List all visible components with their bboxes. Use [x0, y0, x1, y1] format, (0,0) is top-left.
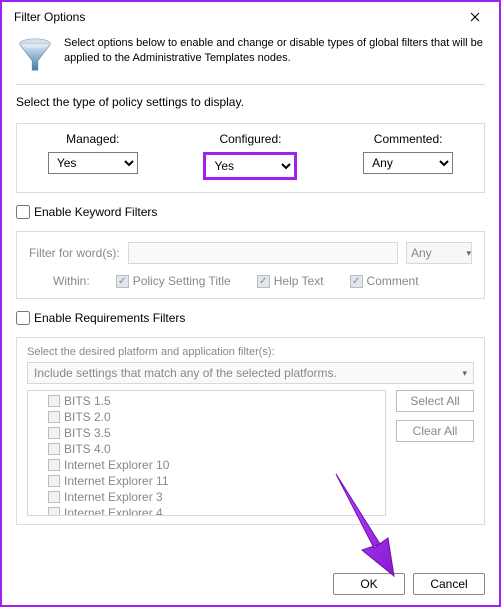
clear-all-button: Clear All [396, 420, 474, 442]
policy-type-box: Managed: Yes Configured: Yes Commented: [16, 123, 485, 193]
footer: OK Cancel [333, 573, 485, 595]
header-description: Select options below to enable and chang… [64, 36, 485, 66]
list-item: BITS 1.5 [28, 393, 385, 409]
ok-button[interactable]: OK [333, 573, 405, 595]
commented-select[interactable]: Any [363, 152, 453, 174]
list-item: Internet Explorer 3 [28, 489, 385, 505]
list-item: Internet Explorer 10 [28, 457, 385, 473]
funnel-icon [16, 36, 54, 74]
divider [16, 84, 485, 85]
requirements-box: Select the desired platform and applicat… [16, 337, 485, 525]
enable-requirements-row[interactable]: Enable Requirements Filters [16, 311, 485, 325]
configured-highlight: Yes [203, 152, 297, 180]
chevron-down-icon: ▾ [462, 368, 467, 379]
managed-select[interactable]: Yes [48, 152, 138, 174]
close-button[interactable] [461, 8, 489, 26]
enable-keyword-checkbox[interactable] [16, 205, 30, 219]
window-title: Filter Options [14, 10, 85, 24]
platform-list: BITS 1.5 BITS 2.0 BITS 3.5 BITS 4.0 Inte… [27, 390, 386, 516]
select-all-button: Select All [396, 390, 474, 412]
requirements-match-combo: Include settings that match any of the s… [27, 362, 474, 384]
enable-keyword-label: Enable Keyword Filters [34, 205, 157, 219]
within-label: Within: [53, 274, 90, 288]
enable-requirements-checkbox[interactable] [16, 311, 30, 325]
list-item: Internet Explorer 4 [28, 505, 385, 516]
keyword-box: Filter for word(s): Any ▾ Within: ✓ Poli… [16, 231, 485, 299]
close-icon [470, 12, 480, 22]
within-title-chk: ✓ Policy Setting Title [116, 274, 231, 288]
titlebar: Filter Options [2, 2, 499, 32]
cancel-button[interactable]: Cancel [413, 573, 485, 595]
requirements-description: Select the desired platform and applicat… [27, 346, 474, 358]
commented-label: Commented: [374, 132, 443, 146]
list-item: BITS 4.0 [28, 441, 385, 457]
configured-select[interactable]: Yes [206, 155, 294, 177]
filter-options-dialog: Filter Options Se [0, 0, 501, 607]
filter-word-combo: Any ▾ [406, 242, 472, 264]
header: Select options below to enable and chang… [2, 32, 499, 84]
within-comment-chk: ✓ Comment [350, 274, 419, 288]
filter-word-input [128, 242, 398, 264]
within-help-chk: ✓ Help Text [257, 274, 324, 288]
filter-word-label: Filter for word(s): [29, 246, 120, 260]
managed-label: Managed: [66, 132, 119, 146]
list-item: BITS 2.0 [28, 409, 385, 425]
enable-requirements-label: Enable Requirements Filters [34, 311, 185, 325]
chevron-down-icon: ▾ [466, 248, 471, 259]
policy-instruction: Select the type of policy settings to di… [16, 95, 485, 109]
configured-label: Configured: [219, 132, 281, 146]
enable-keyword-row[interactable]: Enable Keyword Filters [16, 205, 485, 219]
list-item: BITS 3.5 [28, 425, 385, 441]
list-item: Internet Explorer 11 [28, 473, 385, 489]
